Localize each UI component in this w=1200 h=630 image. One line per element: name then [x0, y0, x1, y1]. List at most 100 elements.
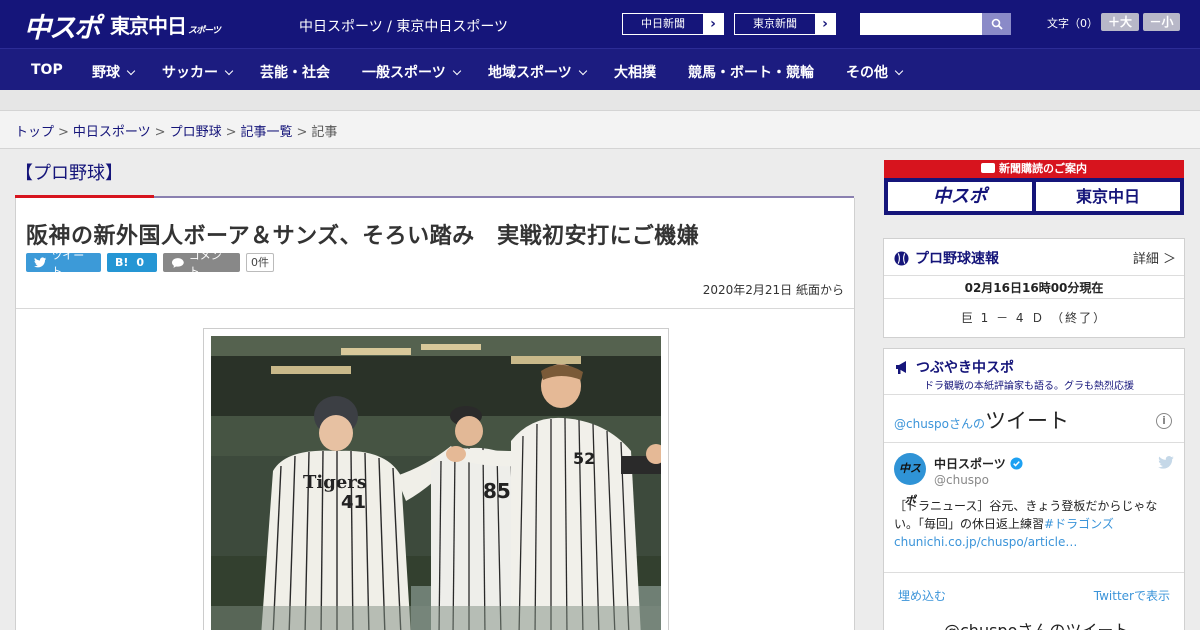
breadcrumb-separator: >: [296, 125, 308, 140]
nav-item-others[interactable]: その他: [846, 62, 904, 82]
breadcrumb-article-list[interactable]: 記事一覧: [241, 125, 293, 140]
nav-label: 地域スポーツ: [488, 65, 572, 81]
subscription-title-text: 新聞購読のご案内: [999, 162, 1087, 175]
avatar[interactable]: 中スポ: [894, 453, 926, 507]
tweet-hashtag-link[interactable]: #ドラゴンズ: [1044, 517, 1114, 531]
tokyo-chunichi-logo[interactable]: 東京中日 スポーツ: [110, 10, 221, 39]
chevron-down-icon: [224, 66, 234, 76]
article-photo-frame: Tigers 41 85 52: [203, 328, 669, 630]
more-tweets-label[interactable]: @chuspoさんのツイート: [944, 617, 1129, 630]
font-smaller-button[interactable]: －小: [1143, 13, 1180, 31]
breadcrumb-chunichi-sports[interactable]: 中日スポーツ: [73, 125, 151, 140]
article-title: 阪神の新外国人ボーア＆サンズ、そろい踏み 実戦初安打にご機嫌: [26, 224, 700, 249]
chevron-down-icon: [452, 66, 461, 76]
subscription-title: 新聞購読のご案内: [884, 160, 1184, 178]
breadcrumb-separator: >: [154, 125, 166, 140]
newspaper-icon: [981, 163, 995, 173]
nav-item-local-sports[interactable]: 地域スポーツ: [488, 62, 587, 82]
nav-label: 一般スポーツ: [362, 65, 446, 81]
divider: [884, 394, 1184, 395]
scoreboard-detail-link[interactable]: 詳細 ＞: [1133, 248, 1176, 267]
breadcrumb-separator: >: [58, 125, 69, 140]
tweet-account-name[interactable]: 中日スポーツ: [934, 455, 1023, 472]
share-row: ツイート B! 0 コメント 0件: [26, 249, 274, 278]
tweet-url-link[interactable]: chunichi.co.jp/chuspo/article…: [894, 535, 1077, 549]
tweet-body: ［ドラニュース］谷元、きょう登板だからじゃない。「毎回」の休日返上練習: [894, 499, 1158, 531]
breadcrumb-pro-baseball[interactable]: プロ野球: [170, 125, 222, 140]
breadcrumb-current: 記事: [311, 125, 338, 140]
nav-item-entertainment[interactable]: 芸能・社会: [260, 62, 330, 82]
scoreboard-widget: プロ野球速報 詳細 ＞ 02月16日16時00分現在 巨 1 － 4 Ｄ （終了…: [883, 238, 1185, 338]
tweet-label: ツイート: [51, 248, 85, 278]
chevron-right-icon: ›: [703, 14, 723, 34]
site-links[interactable]: 中日スポーツ / 東京中日スポーツ: [299, 16, 508, 36]
comment-label: コメント: [188, 248, 222, 278]
sub-band: [0, 90, 1200, 111]
tweet-button[interactable]: ツイート: [26, 249, 101, 278]
twitter-widget-heading: つぶやき中スポ: [894, 357, 1014, 377]
twitter-widget: つぶやき中スポ ドラ観戦の本紙評論家も語る。グラも熱烈応援 @chuspoさんの…: [883, 348, 1185, 630]
scoreboard-game-result[interactable]: 巨 1 － 4 Ｄ （終了）: [884, 309, 1184, 326]
font-size-label: 文字（0）: [1047, 17, 1098, 30]
category-heading: 【プロ野球】: [15, 163, 123, 184]
scoreboard-heading: プロ野球速報: [894, 248, 999, 268]
nav-item-racing[interactable]: 競馬・ボート・競輪: [688, 62, 814, 82]
hatena-count: 0: [136, 256, 145, 269]
comment-button[interactable]: コメント: [163, 249, 240, 278]
nav-label: 芸能・社会: [260, 65, 330, 81]
hatena-icon: B!: [115, 256, 129, 269]
main-nav: TOP 野球 サッカー 芸能・社会 一般スポーツ 地域スポーツ 大相撲 競馬・ボ…: [0, 48, 1200, 90]
tokyo-logo-text: 東京中日: [110, 14, 187, 38]
view-on-twitter-link[interactable]: Twitterで表示: [1094, 587, 1170, 604]
megaphone-icon: [896, 361, 906, 374]
divider: [884, 572, 1184, 573]
chunichi-shimbun-button[interactable]: 中日新聞 ›: [622, 13, 724, 35]
breadcrumb-separator: >: [225, 125, 237, 140]
search-button[interactable]: [982, 13, 1011, 35]
chevron-down-icon: [126, 66, 136, 76]
nav-item-baseball[interactable]: 野球: [92, 62, 136, 82]
article-photo[interactable]: Tigers 41 85 52: [211, 336, 661, 630]
nav-item-soccer[interactable]: サッカー: [162, 62, 234, 82]
speech-bubble-icon: [171, 257, 184, 268]
scoreboard-timestamp: 02月16日16時00分現在: [884, 275, 1184, 299]
nav-item-sumo[interactable]: 大相撲: [614, 62, 656, 82]
tweet-timeline-title: @chuspoさんのツイート: [894, 405, 1069, 435]
subscribe-chuspo-logo[interactable]: 中スポ: [888, 182, 1032, 211]
jersey-text: Tigers: [303, 472, 367, 493]
twitter-bird-icon[interactable]: [1158, 454, 1174, 473]
nav-item-general-sports[interactable]: 一般スポーツ: [362, 62, 461, 82]
comment-count: 0件: [246, 253, 274, 272]
chevron-down-icon: [894, 66, 904, 76]
chunichi-shimbun-label: 中日新聞: [641, 17, 685, 30]
nav-label: 競馬・ボート・競輪: [688, 65, 814, 81]
nav-label: TOP: [31, 62, 63, 78]
search-icon: [991, 18, 1003, 30]
font-larger-button[interactable]: ＋大: [1101, 13, 1139, 31]
twitter-widget-subtitle: ドラ観戦の本紙評論家も語る。グラも熱烈応援: [924, 381, 1134, 392]
baseball-icon: [894, 250, 909, 266]
search-input[interactable]: [860, 13, 982, 35]
subscription-banner[interactable]: 新聞購読のご案内 中スポ 東京中日: [884, 160, 1184, 215]
nav-label: その他: [846, 65, 888, 81]
info-icon[interactable]: i: [1156, 413, 1172, 429]
tweet-timeline-label: ツイート: [985, 409, 1070, 433]
players-photo-illustration: Tigers 41 85 52: [211, 336, 661, 630]
article-date: 2020年2月21日 紙面から: [702, 283, 844, 297]
nav-item-top[interactable]: TOP: [31, 62, 63, 78]
embed-link[interactable]: 埋め込む: [898, 587, 946, 604]
breadcrumb-top[interactable]: トップ: [15, 125, 54, 140]
tweet-timeline-prefix[interactable]: @chuspoさんの: [894, 417, 985, 431]
tweet-account-handle[interactable]: @chuspo: [934, 473, 989, 487]
subscribe-tokyo-logo[interactable]: 東京中日: [1036, 182, 1180, 211]
tokyo-logo-sub: スポーツ: [188, 26, 221, 36]
chuspo-logo[interactable]: 中スポ: [24, 6, 101, 45]
twitter-widget-title: つぶやき中スポ: [916, 360, 1014, 376]
top-header: 中スポ 東京中日 スポーツ 中日スポーツ / 東京中日スポーツ 中日新聞 › 東京…: [0, 0, 1200, 48]
chevron-down-icon: [578, 66, 587, 76]
nav-label: 大相撲: [614, 65, 656, 81]
divider: [884, 442, 1184, 443]
tokyo-shimbun-button[interactable]: 東京新聞 ›: [734, 13, 836, 35]
hatena-bookmark-button[interactable]: B! 0: [107, 253, 157, 272]
verified-badge-icon: [1010, 457, 1023, 470]
